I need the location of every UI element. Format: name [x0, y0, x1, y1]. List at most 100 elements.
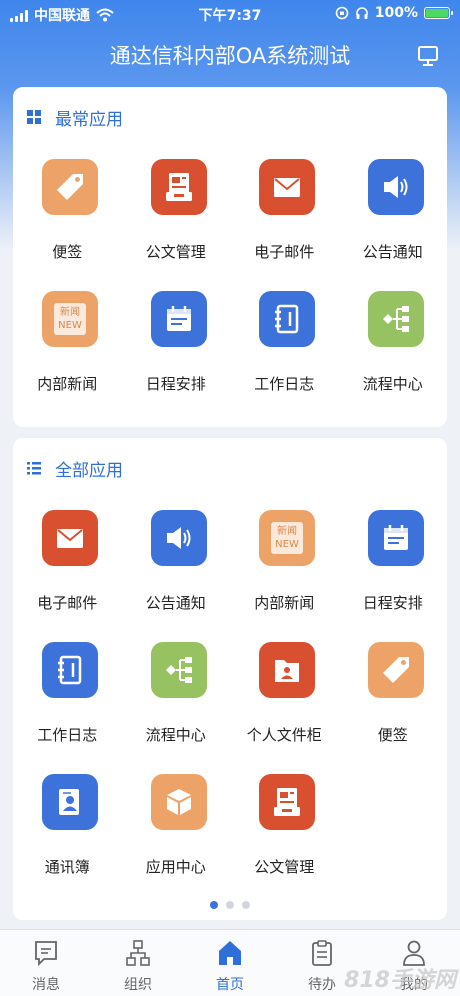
clipboard-icon: [312, 940, 332, 966]
app-tile: [367, 291, 424, 347]
app-label: 工作日志: [37, 726, 98, 744]
app-tile: [150, 291, 207, 347]
speaker-icon: [166, 527, 190, 549]
calendar-icon: [166, 306, 191, 331]
app-application-center[interactable]: 应用中心: [122, 772, 231, 904]
app-tile: [367, 642, 424, 698]
tab-home[interactable]: 首页: [184, 930, 276, 996]
all-apps-header: 全部应用: [27, 456, 123, 481]
grid-icon: [27, 110, 41, 124]
app-tile: [150, 642, 207, 698]
tab-label: 组织: [124, 977, 152, 993]
app-tile: [42, 510, 98, 566]
news-icon-text-1: 新闻: [60, 307, 80, 318]
orientation-lock-icon: [335, 6, 349, 20]
mail-icon: [57, 529, 83, 548]
app-workflow-center[interactable]: 流程中心: [339, 289, 448, 421]
flow-icon: [165, 657, 192, 683]
battery-icon: [424, 7, 453, 19]
app-schedule[interactable]: 日程安排: [122, 289, 231, 421]
frequent-apps-header: 最常应用: [27, 105, 123, 130]
flow-icon: [382, 306, 409, 332]
app-personal-files[interactable]: 个人文件柜: [230, 640, 339, 772]
app-tile: [259, 291, 315, 347]
tab-messages[interactable]: 消息: [0, 930, 92, 996]
app-label: 内部新闻: [254, 594, 315, 612]
app-email[interactable]: 电子邮件: [13, 508, 122, 640]
app-label: 电子邮件: [254, 243, 315, 261]
app-label: 公告通知: [145, 594, 206, 612]
list-icon: [27, 462, 41, 475]
app-label: 工作日志: [254, 375, 315, 393]
notebook-icon: [58, 655, 82, 685]
all-apps-title: 全部应用: [55, 460, 123, 481]
news-icon-text-2: NEW: [58, 320, 82, 331]
app-sticky-note[interactable]: 便签: [13, 157, 122, 289]
message-icon: [35, 941, 57, 967]
app-email[interactable]: 电子邮件: [230, 157, 339, 289]
app-workflow-center[interactable]: 流程中心: [122, 640, 231, 772]
document-icon: [165, 173, 192, 201]
mail-icon: [274, 178, 300, 197]
cube-icon: [166, 789, 191, 815]
app-announcement[interactable]: 公告通知: [339, 157, 448, 289]
news-icon: 新闻 NEW: [54, 303, 86, 335]
bottom-tab-bar: 消息 组织 首页 待办 我的 818手游网: [0, 929, 460, 996]
app-internal-news[interactable]: 新闻 NEW 内部新闻: [230, 508, 339, 640]
headphones-icon: [355, 7, 368, 19]
tag-icon: [57, 174, 83, 200]
app-internal-news[interactable]: 新闻 NEW 内部新闻: [13, 289, 122, 421]
org-icon: [126, 940, 150, 966]
empty-slot: [339, 772, 448, 904]
app-tile: [367, 159, 424, 215]
app-label: 日程安排: [362, 594, 423, 612]
app-tile: [367, 510, 424, 566]
app-address-book[interactable]: 通讯簿: [13, 772, 122, 904]
app-sticky-note[interactable]: 便签: [339, 640, 448, 772]
tag-icon: [382, 657, 409, 683]
app-tile: 新闻 NEW: [42, 291, 98, 347]
news-icon: 新闻 NEW: [271, 522, 303, 554]
app-label: 应用中心: [145, 858, 206, 876]
tab-label: 首页: [216, 977, 244, 993]
document-icon: [274, 788, 300, 816]
page-dot-3[interactable]: [242, 901, 250, 909]
app-document-management[interactable]: 公文管理: [230, 772, 339, 904]
page-indicator[interactable]: [13, 901, 447, 909]
app-work-log[interactable]: 工作日志: [230, 289, 339, 421]
app-tile: [150, 774, 207, 830]
app-tile: [259, 159, 315, 215]
app-tile: [259, 642, 315, 698]
app-tile: 新闻 NEW: [259, 510, 315, 566]
app-announcement[interactable]: 公告通知: [122, 508, 231, 640]
app-tile: [150, 510, 207, 566]
app-label: 公文管理: [254, 858, 315, 876]
tab-organization[interactable]: 组织: [92, 930, 184, 996]
contact-icon: [59, 789, 79, 815]
page-dot-2[interactable]: [226, 901, 234, 909]
app-label: 内部新闻: [37, 375, 98, 393]
app-label: 便签: [52, 243, 83, 261]
app-header: 通达信科内部OA系统测试: [0, 30, 460, 82]
page-dot-1[interactable]: [210, 901, 218, 909]
app-label: 便签: [377, 726, 408, 744]
frequent-apps-title: 最常应用: [55, 109, 123, 130]
notebook-icon: [275, 304, 299, 334]
speaker-icon: [383, 176, 407, 198]
app-tile: [42, 774, 98, 830]
app-work-log[interactable]: 工作日志: [13, 640, 122, 772]
home-icon: [219, 941, 241, 965]
news-icon-text-2: NEW: [275, 539, 299, 550]
page-title: 通达信科内部OA系统测试: [109, 44, 351, 68]
monitor-icon[interactable]: [416, 44, 440, 68]
tab-label: 消息: [32, 977, 60, 993]
folder-user-icon: [275, 660, 299, 682]
news-icon-text-1: 新闻: [277, 526, 297, 537]
app-label: 流程中心: [145, 726, 206, 744]
app-schedule[interactable]: 日程安排: [339, 508, 448, 640]
all-apps-card: 全部应用 电子邮件 公告通知 新闻 NEW 内部新闻 日程安排 工作日志 流程中…: [13, 438, 447, 920]
watermark: 818手游网: [344, 968, 456, 993]
app-document-management[interactable]: 公文管理: [122, 157, 231, 289]
app-label: 公告通知: [362, 243, 423, 261]
app-label: 个人文件柜: [246, 726, 322, 744]
